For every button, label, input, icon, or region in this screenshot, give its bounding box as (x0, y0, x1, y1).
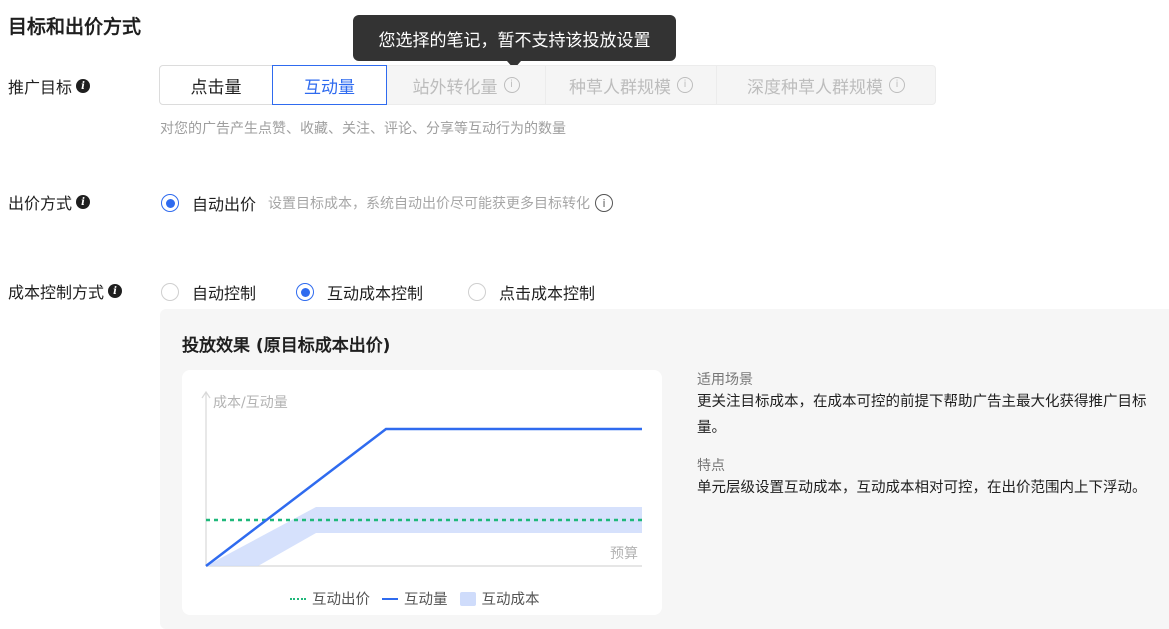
legend-bid: 互动出价 (290, 588, 370, 609)
info-circle-icon[interactable]: i (595, 194, 614, 212)
effect-chart: 成本/互动量 预算 (201, 390, 642, 567)
radio-auto-control[interactable] (161, 283, 179, 301)
feature-heading: 特点 (697, 458, 725, 474)
goal-option-interactions[interactable]: 互动量 (272, 65, 387, 105)
scenario-text: 更关注目标成本，在成本可控的前提下帮助广告主最大化获得推广目标量。 (697, 394, 1147, 436)
radio-label: 自动出价 (192, 195, 257, 214)
legend-volume: 互动量 (382, 588, 448, 609)
goal-option-deep-seeding-audience[interactable]: 深度种草人群规模 i (716, 65, 936, 105)
cost-control-interaction-cost[interactable]: 互动成本控制 (296, 280, 423, 304)
cost-control-click-cost[interactable]: 点击成本控制 (468, 280, 595, 304)
bid-method-label: 出价方式 i (8, 190, 91, 214)
y-axis-label: 成本/互动量 (213, 395, 288, 411)
info-circle-icon: i (889, 77, 905, 93)
disabled-tooltip: 您选择的笔记，暂不支持该投放设置 (353, 15, 676, 61)
promotion-goal-label: 推广目标 i (8, 74, 91, 98)
info-icon[interactable]: i (76, 195, 91, 209)
info-circle-icon: i (503, 77, 520, 93)
radio-auto-bid[interactable] (161, 194, 179, 212)
goal-hint: 对您的广告产生点赞、收藏、关注、评论、分享等互动行为的数量 (160, 121, 566, 137)
effect-panel-title: 投放效果 (原目标成本出价) (182, 336, 391, 356)
legend-cost: 互动成本 (459, 588, 540, 609)
scenario-block: 适用场景 更关注目标成本，在成本可控的前提下帮助广告主最大化获得推广目标量。 (697, 369, 1167, 441)
goal-option-clicks[interactable]: 点击量 (159, 65, 273, 105)
radio-click-cost[interactable] (468, 283, 486, 301)
cost-control-auto[interactable]: 自动控制 (161, 280, 256, 304)
info-icon[interactable]: i (108, 284, 123, 298)
cost-control-label: 成本控制方式 i (8, 279, 123, 303)
chart-legend: 互动出价 互动量 互动成本 (290, 588, 540, 609)
section-title: 目标和出价方式 (8, 16, 142, 38)
bid-method-description: 设置目标成本，系统自动出价尽可能获更多目标转化 (268, 196, 591, 212)
feature-text: 单元层级设置互动成本，互动成本相对可控，在出价范围内上下浮动。 (697, 480, 1147, 496)
legend-area-swatch (459, 591, 476, 606)
legend-dotted-swatch (290, 597, 306, 600)
promotion-goal-segmented: 点击量 互动量 站外转化量 i 种草人群规模 i 深度种草人群规模 i (159, 65, 936, 105)
x-axis-label: 预算 (610, 546, 638, 562)
goal-option-offsite-conversions[interactable]: 站外转化量 i (386, 65, 546, 105)
scenario-heading: 适用场景 (697, 372, 753, 388)
info-icon[interactable]: i (76, 79, 91, 93)
feature-block: 特点 单元层级设置互动成本，互动成本相对可控，在出价范围内上下浮动。 (697, 455, 1167, 501)
legend-line-swatch (382, 597, 398, 600)
radio-interaction-cost[interactable] (296, 283, 314, 301)
info-circle-icon: i (677, 77, 693, 93)
goal-option-seeding-audience[interactable]: 种草人群规模 i (545, 65, 717, 105)
bid-method-auto[interactable]: 自动出价 设置目标成本，系统自动出价尽可能获更多目标转化 i (161, 191, 614, 215)
effect-chart-card: 成本/互动量 预算 (182, 370, 662, 615)
